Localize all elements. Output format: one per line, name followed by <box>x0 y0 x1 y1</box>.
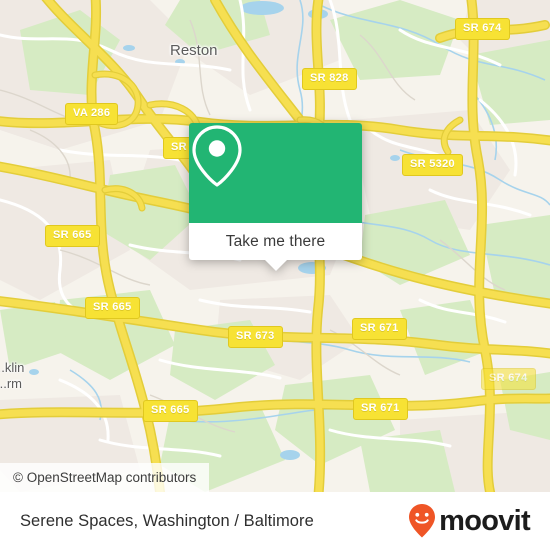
callout-action-panel[interactable]: Take me there <box>189 223 362 271</box>
road-shield: SR 828 <box>302 68 357 90</box>
road-shield: SR 665 <box>143 400 198 422</box>
location-pin-icon <box>192 125 242 187</box>
road-shield: SR 5320 <box>402 154 463 176</box>
take-me-there-label: Take me there <box>225 232 326 250</box>
place-label-partial-2: ...rm <box>0 376 22 391</box>
callout-tail <box>264 260 287 271</box>
road-shield: SR 665 <box>45 225 100 247</box>
location-title: Serene Spaces, Washington / Baltimore <box>20 511 314 530</box>
moovit-logo[interactable]: moovit <box>407 503 531 539</box>
moovit-pin-smiley-icon <box>409 504 436 538</box>
road-shield: SR 671 <box>353 398 408 420</box>
location-callout-card[interactable]: Take me there <box>189 123 362 271</box>
map-canvas[interactable]: SR 674 SR 828 VA 286 SR SR 5320 SR 665 S… <box>0 0 550 492</box>
place-label-reston: Reston <box>170 42 218 59</box>
callout-icon-panel <box>189 123 362 223</box>
footer-bar: Serene Spaces, Washington / Baltimore mo… <box>0 492 550 550</box>
map-attribution[interactable]: © OpenStreetMap contributors <box>0 463 210 492</box>
road-shield: SR 673 <box>228 326 283 348</box>
road-shield: SR 671 <box>352 318 407 340</box>
road-shield: VA 286 <box>65 103 119 125</box>
road-shield: SR 665 <box>85 297 140 319</box>
place-label-partial-1: ...klin <box>0 360 25 375</box>
map-screenshot: SR 674 SR 828 VA 286 SR SR 5320 SR 665 S… <box>0 0 550 550</box>
attribution-text: © OpenStreetMap contributors <box>13 470 197 485</box>
road-shield: SR 674 <box>455 18 510 40</box>
moovit-wordmark: moovit <box>439 504 531 537</box>
road-shield: SR 674 <box>481 368 536 390</box>
